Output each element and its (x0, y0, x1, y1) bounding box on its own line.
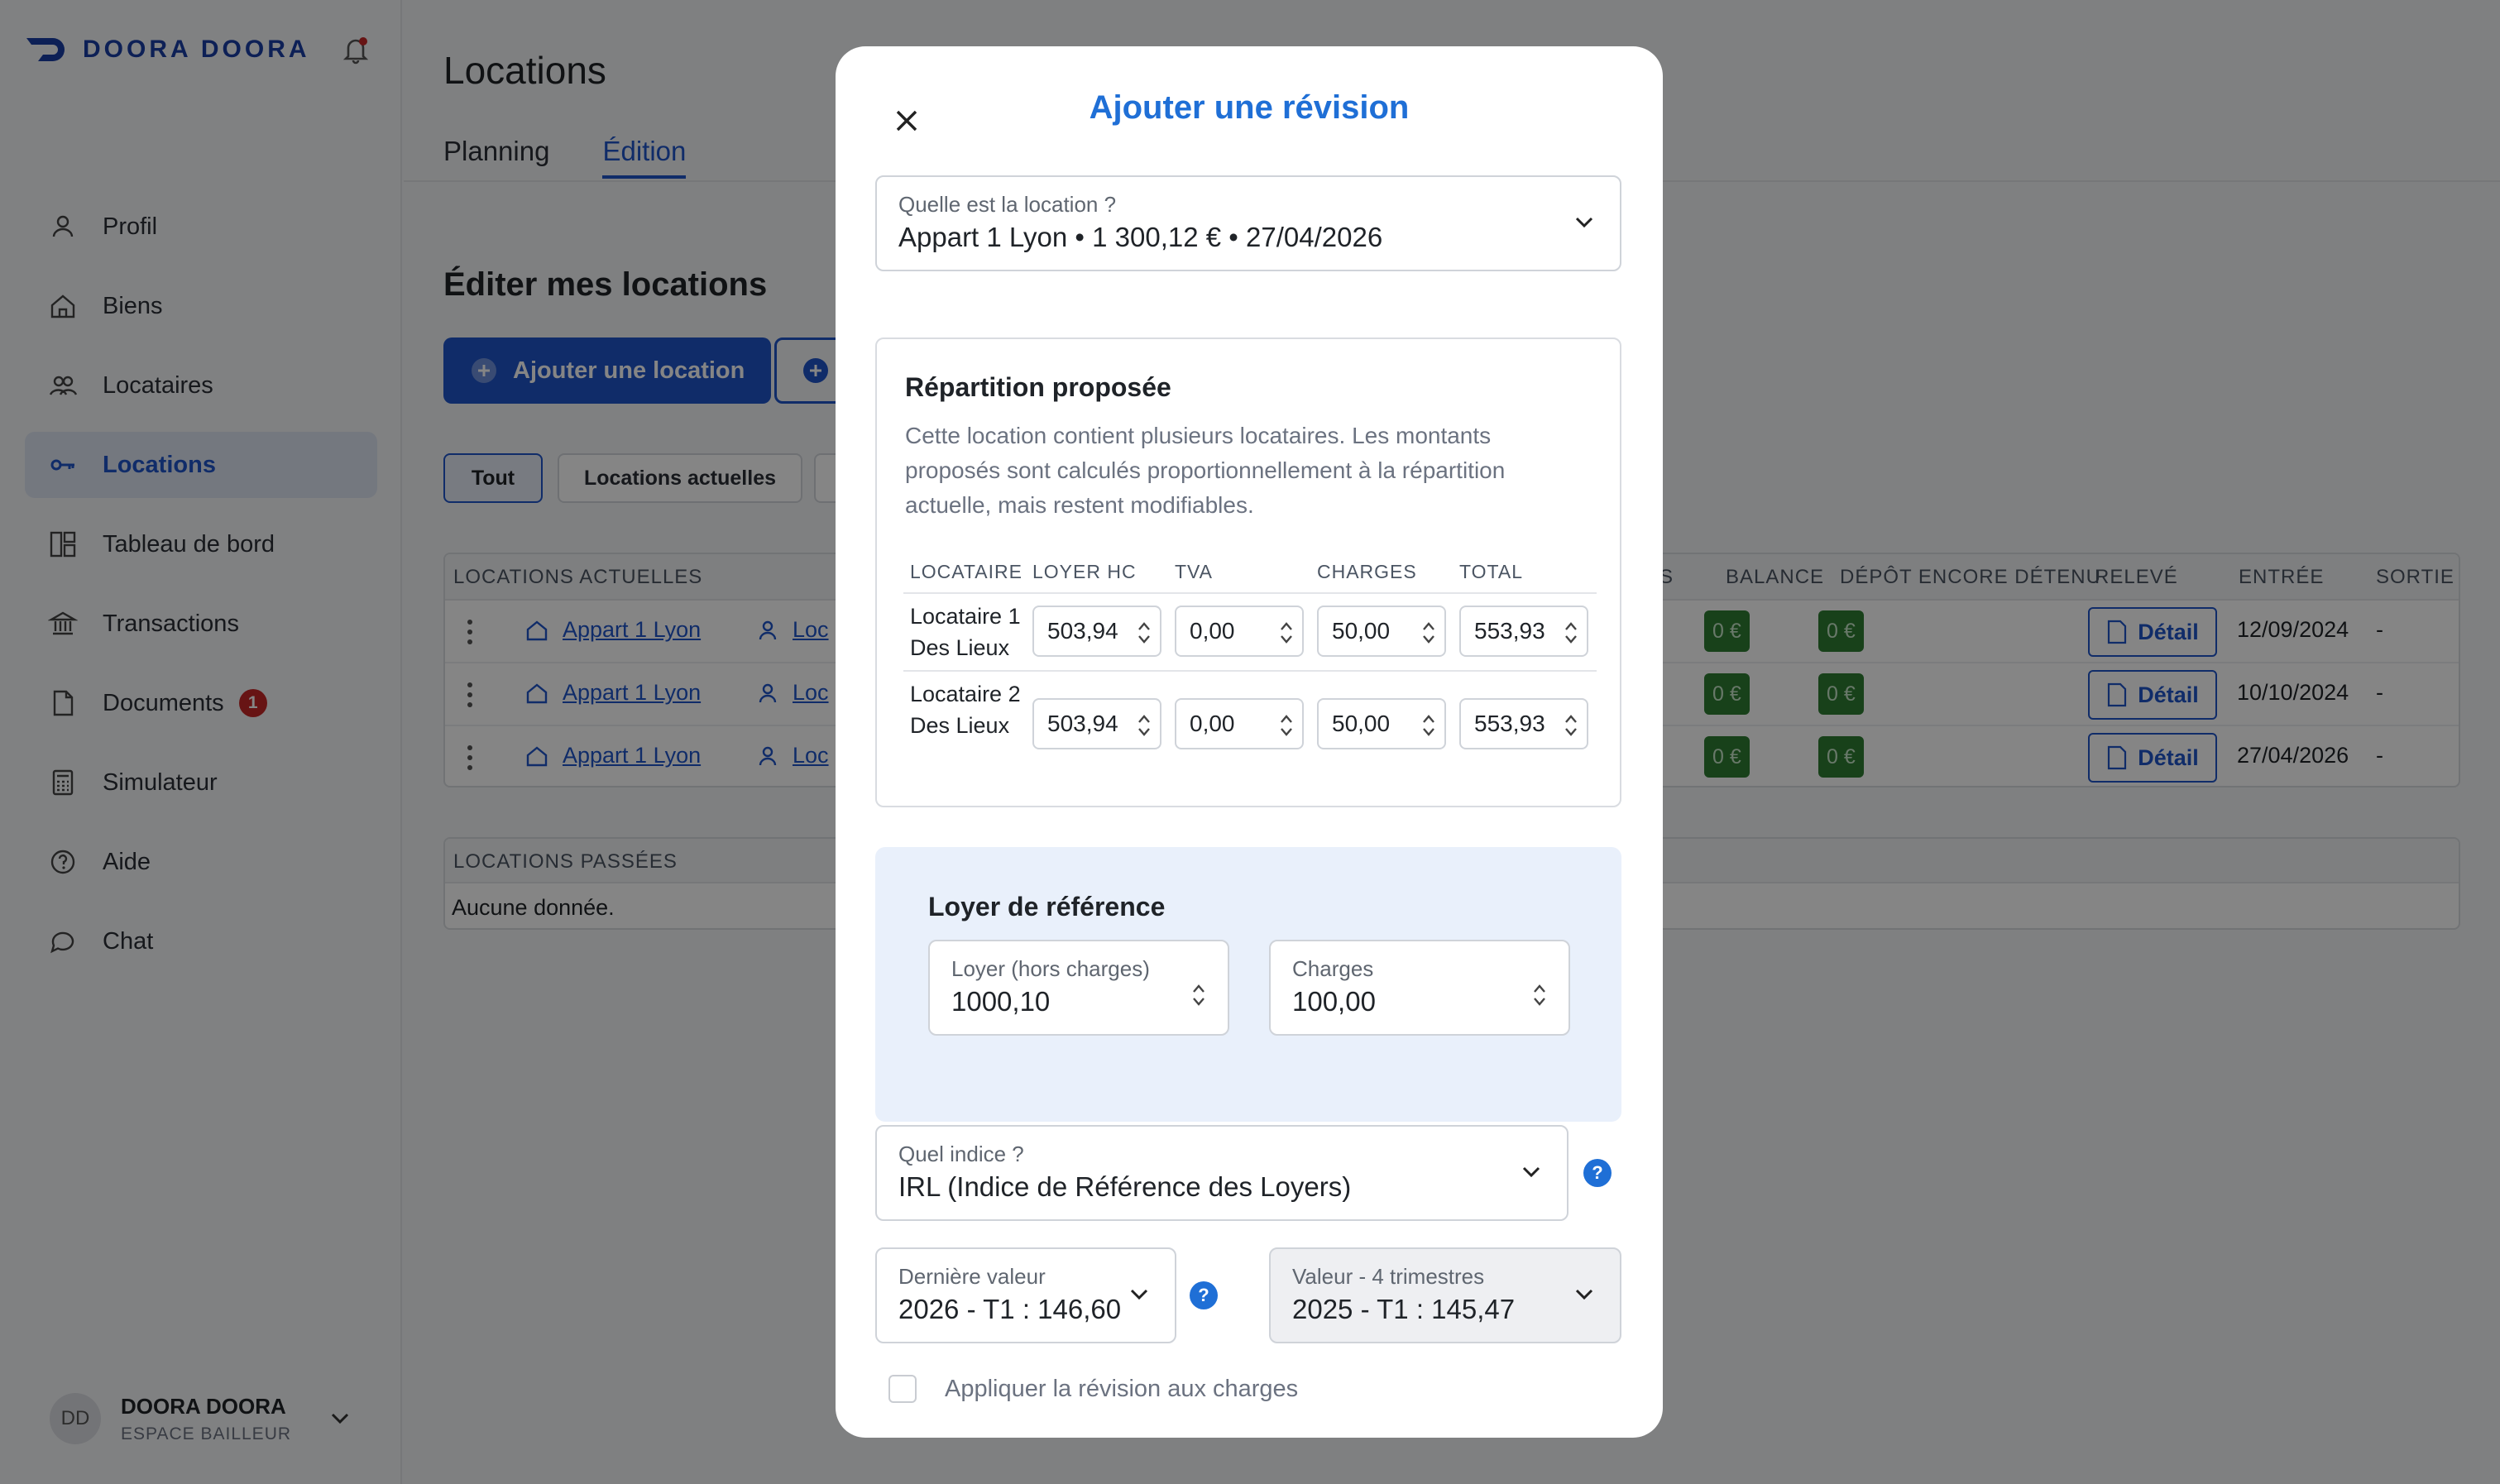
field-label: Valeur - 4 trimestres (1292, 1264, 1485, 1289)
indice-select[interactable]: Quel indice ? IRL (Indice de Référence d… (875, 1125, 1568, 1221)
stepper-icon[interactable] (1421, 713, 1436, 738)
help-icon[interactable]: ? (1190, 1281, 1218, 1309)
field-value: IRL (Indice de Référence des Loyers) (898, 1171, 1352, 1202)
apply-charges-row[interactable]: Appliquer la révision aux charges (888, 1375, 1298, 1403)
divider (903, 670, 1597, 672)
stepper-icon[interactable] (1137, 713, 1152, 738)
stepper-icon[interactable] (1279, 713, 1294, 738)
input-value: 50,00 (1332, 711, 1391, 736)
field-label: Charges (1292, 956, 1374, 981)
tva-input[interactable]: 0,00 (1175, 606, 1304, 657)
help-icon[interactable]: ? (1583, 1159, 1612, 1187)
loyer-hc-input[interactable]: 503,94 (1032, 698, 1161, 749)
chevron-down-icon (1522, 1166, 1540, 1178)
repartition-card: Répartition proposée Cette location cont… (875, 337, 1621, 807)
field-value: Appart 1 Lyon • 1 300,12 € • 27/04/2026 (898, 222, 1383, 252)
tva-input[interactable]: 0,00 (1175, 698, 1304, 749)
charges-input[interactable]: 50,00 (1317, 606, 1446, 657)
add-revision-modal: Ajouter une révision Quelle est la locat… (836, 46, 1663, 1438)
total-input[interactable]: 553,93 (1459, 606, 1588, 657)
stepper-icon[interactable] (1137, 620, 1152, 645)
field-value: 2026 - T1 : 146,60 (898, 1294, 1122, 1324)
input-value: 553,93 (1474, 618, 1545, 644)
field-value: 2025 - T1 : 145,47 (1292, 1294, 1516, 1324)
reference-charges-input[interactable]: Charges 100,00 (1269, 940, 1570, 1036)
stepper-icon[interactable] (1421, 620, 1436, 645)
input-value: 553,93 (1474, 711, 1545, 736)
input-value: 0,00 (1190, 618, 1235, 644)
column-header: LOYER HC (1032, 561, 1137, 582)
field-label: Quelle est la location ? (898, 192, 1117, 217)
stepper-icon[interactable] (1532, 983, 1547, 1008)
derniere-valeur-select[interactable]: Dernière valeur 2026 - T1 : 146,60 (875, 1247, 1176, 1343)
stepper-icon[interactable] (1564, 620, 1578, 645)
stepper-icon[interactable] (1279, 620, 1294, 645)
column-header: LOCATAIRE (910, 561, 1023, 582)
stepper-icon[interactable] (1191, 983, 1206, 1008)
modal-title: Ajouter une révision (1089, 89, 1410, 126)
field-label: Loyer (hors charges) (951, 956, 1150, 981)
repartition-title: Répartition proposée (905, 372, 1171, 402)
reference-title: Loyer de référence (928, 892, 1166, 922)
stepper-icon[interactable] (1564, 713, 1578, 738)
input-value: 50,00 (1332, 618, 1391, 644)
location-select[interactable]: Quelle est la location ? Appart 1 Lyon •… (875, 175, 1621, 271)
total-input[interactable]: 553,93 (1459, 698, 1588, 749)
input-value: 503,94 (1047, 711, 1118, 736)
column-header: TVA (1175, 561, 1214, 582)
reference-loyer-input[interactable]: Loyer (hors charges) 1000,10 (928, 940, 1229, 1036)
tenant-name: Locataire 1 Des Lieux (910, 604, 1021, 660)
charges-input[interactable]: 50,00 (1317, 698, 1446, 749)
reference-rent-panel: Loyer de référence Loyer (hors charges) … (875, 847, 1621, 1122)
loyer-hc-input[interactable]: 503,94 (1032, 606, 1161, 657)
divider (903, 592, 1597, 594)
tenant-name: Locataire 2 Des Lieux (910, 682, 1021, 738)
field-label: Dernière valeur (898, 1264, 1046, 1289)
valeur-4-trimestres-select[interactable]: Valeur - 4 trimestres 2025 - T1 : 145,47 (1269, 1247, 1621, 1343)
repartition-description: Cette location contient plusieurs locata… (905, 423, 1506, 518)
chevron-down-icon (1575, 217, 1593, 228)
chevron-down-icon (1575, 1289, 1593, 1300)
field-value: 1000,10 (951, 986, 1051, 1017)
column-header: CHARGES (1317, 561, 1417, 582)
input-value: 503,94 (1047, 618, 1118, 644)
column-header: TOTAL (1459, 561, 1523, 582)
field-label: Quel indice ? (898, 1142, 1024, 1166)
chevron-down-icon (1130, 1289, 1148, 1300)
apply-charges-label: Appliquer la révision aux charges (945, 1375, 1299, 1402)
input-value: 0,00 (1190, 711, 1235, 736)
field-value: 100,00 (1292, 986, 1376, 1017)
apply-charges-checkbox[interactable] (888, 1375, 917, 1403)
